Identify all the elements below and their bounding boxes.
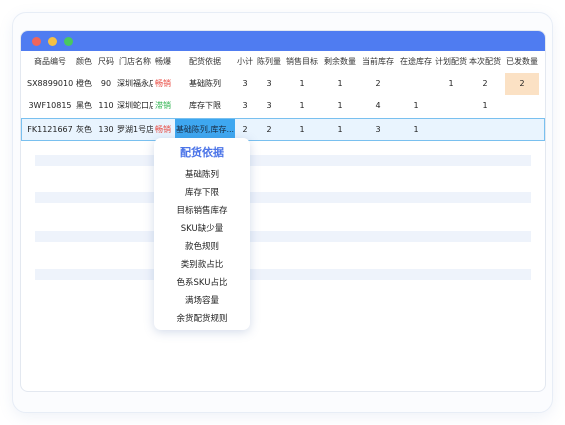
placeholder-row bbox=[35, 192, 531, 203]
table-row-selected[interactable]: FK1121667 灰色 130 罗湖1号店 畅销 基础陈列,库存... 2 2… bbox=[21, 118, 545, 141]
cell-subtotal: 3 bbox=[242, 101, 248, 110]
header-sales-target[interactable]: 销售目标 bbox=[283, 51, 321, 73]
cell-tag: 滞销 bbox=[155, 101, 171, 110]
placeholder-row bbox=[35, 269, 531, 280]
cell-this-allocation[interactable]: 1 bbox=[467, 95, 503, 117]
cell-remaining-qty: 1 bbox=[337, 101, 343, 110]
header-product-code[interactable]: 商品编号 bbox=[27, 51, 73, 73]
popup-option[interactable]: 色系SKU占比 bbox=[154, 276, 250, 288]
cell-size: 90 bbox=[100, 79, 112, 88]
header-in-transit[interactable]: 在途库存 bbox=[397, 51, 435, 73]
cell-store-name: 深圳蛇口店 bbox=[117, 101, 153, 110]
placeholder-row bbox=[35, 155, 531, 166]
header-shipped-qty[interactable]: 已发数量 bbox=[503, 51, 541, 73]
cell-product-code: FK1121667 bbox=[27, 125, 73, 134]
popup-option[interactable]: 满场容量 bbox=[154, 294, 250, 306]
popup-option[interactable]: 款色规则 bbox=[154, 240, 250, 252]
cell-planned-allocation: 1 bbox=[448, 79, 454, 88]
close-window-button[interactable] bbox=[32, 37, 41, 46]
header-this-allocation[interactable]: 本次配货 bbox=[467, 51, 503, 73]
table-row[interactable]: 3WF10815 黑色 110 深圳蛇口店 滞销 库存下限 3 3 1 1 4 … bbox=[21, 95, 545, 117]
cell-planned-allocation bbox=[435, 119, 467, 141]
cell-tag: 畅销 bbox=[155, 79, 171, 88]
cell-shipped-qty bbox=[505, 95, 539, 117]
table-row[interactable]: SX8899010 橙色 90 深圳福永店 畅销 基础陈列 3 3 1 1 2 … bbox=[21, 73, 545, 95]
cell-display-qty: 2 bbox=[266, 125, 272, 134]
cell-in-transit bbox=[397, 73, 435, 95]
maximize-window-button[interactable] bbox=[64, 37, 73, 46]
cell-remaining-qty: 1 bbox=[337, 79, 343, 88]
cell-display-qty: 3 bbox=[266, 79, 272, 88]
header-store-name[interactable]: 门店名称 bbox=[117, 51, 153, 73]
header-tag[interactable]: 畅爆 bbox=[153, 51, 173, 73]
cell-in-transit: 1 bbox=[413, 125, 419, 134]
cell-basis[interactable]: 基础陈列 bbox=[175, 73, 235, 95]
header-remaining-qty[interactable]: 剩余数量 bbox=[321, 51, 359, 73]
cell-remaining-qty: 1 bbox=[337, 125, 343, 134]
cell-planned-allocation bbox=[435, 95, 467, 117]
cell-this-allocation[interactable] bbox=[467, 119, 503, 141]
cell-shipped-qty: 2 bbox=[505, 73, 539, 95]
popup-option[interactable]: 基础陈列 bbox=[154, 168, 250, 180]
cell-product-code: 3WF10815 bbox=[28, 101, 72, 110]
cell-in-transit: 1 bbox=[413, 101, 419, 110]
popup-option[interactable]: 余货配货规则 bbox=[154, 312, 250, 324]
cell-size: 130 bbox=[98, 125, 114, 134]
header-display-qty[interactable]: 陈列量 bbox=[255, 51, 283, 73]
cell-sales-target: 1 bbox=[299, 101, 305, 110]
cell-shipped-qty bbox=[505, 119, 539, 141]
popup-option[interactable]: 类别款占比 bbox=[154, 258, 250, 270]
header-subtotal[interactable]: 小计 bbox=[235, 51, 255, 73]
app-window: 商品编号 颜色 尺码 门店名称 畅爆 配货依据 小计 陈列量 销售目标 剩余数量… bbox=[20, 30, 546, 392]
cell-color: 灰色 bbox=[76, 125, 92, 134]
header-size[interactable]: 尺码 bbox=[95, 51, 117, 73]
cell-color: 橙色 bbox=[76, 79, 92, 88]
header-current-stock[interactable]: 当前库存 bbox=[359, 51, 397, 73]
cell-current-stock: 2 bbox=[375, 79, 381, 88]
placeholder-row bbox=[35, 231, 531, 242]
cell-current-stock: 3 bbox=[375, 125, 381, 134]
cell-this-allocation[interactable]: 2 bbox=[467, 73, 503, 95]
popup-option[interactable]: 库存下限 bbox=[154, 186, 250, 198]
header-color[interactable]: 颜色 bbox=[73, 51, 95, 73]
cell-sales-target: 1 bbox=[299, 79, 305, 88]
title-bar bbox=[21, 31, 545, 51]
cell-size: 110 bbox=[98, 101, 114, 110]
popup-title: 配货依据 bbox=[180, 146, 224, 159]
cell-product-code: SX8899010 bbox=[27, 79, 73, 88]
minimize-window-button[interactable] bbox=[48, 37, 57, 46]
popup-option[interactable]: SKU缺少量 bbox=[154, 222, 250, 234]
cell-store-name: 罗湖1号店 bbox=[117, 125, 153, 134]
table-header-row: 商品编号 颜色 尺码 门店名称 畅爆 配货依据 小计 陈列量 销售目标 剩余数量… bbox=[21, 51, 545, 73]
cell-current-stock: 4 bbox=[375, 101, 381, 110]
cell-display-qty: 3 bbox=[266, 101, 272, 110]
header-basis[interactable]: 配货依据 bbox=[175, 51, 235, 73]
cell-store-name: 深圳福永店 bbox=[117, 79, 153, 88]
popup-option[interactable]: 目标销售库存 bbox=[154, 204, 250, 216]
header-planned-allocation[interactable]: 计划配货 bbox=[435, 51, 467, 73]
basis-dropdown-popup: 配货依据 基础陈列 库存下限 目标销售库存 SKU缺少量 款色规则 类别款占比 … bbox=[154, 138, 250, 330]
cell-color: 黑色 bbox=[76, 101, 92, 110]
cell-subtotal: 3 bbox=[242, 79, 248, 88]
cell-sales-target: 1 bbox=[299, 125, 305, 134]
cell-basis[interactable]: 库存下限 bbox=[175, 95, 235, 117]
